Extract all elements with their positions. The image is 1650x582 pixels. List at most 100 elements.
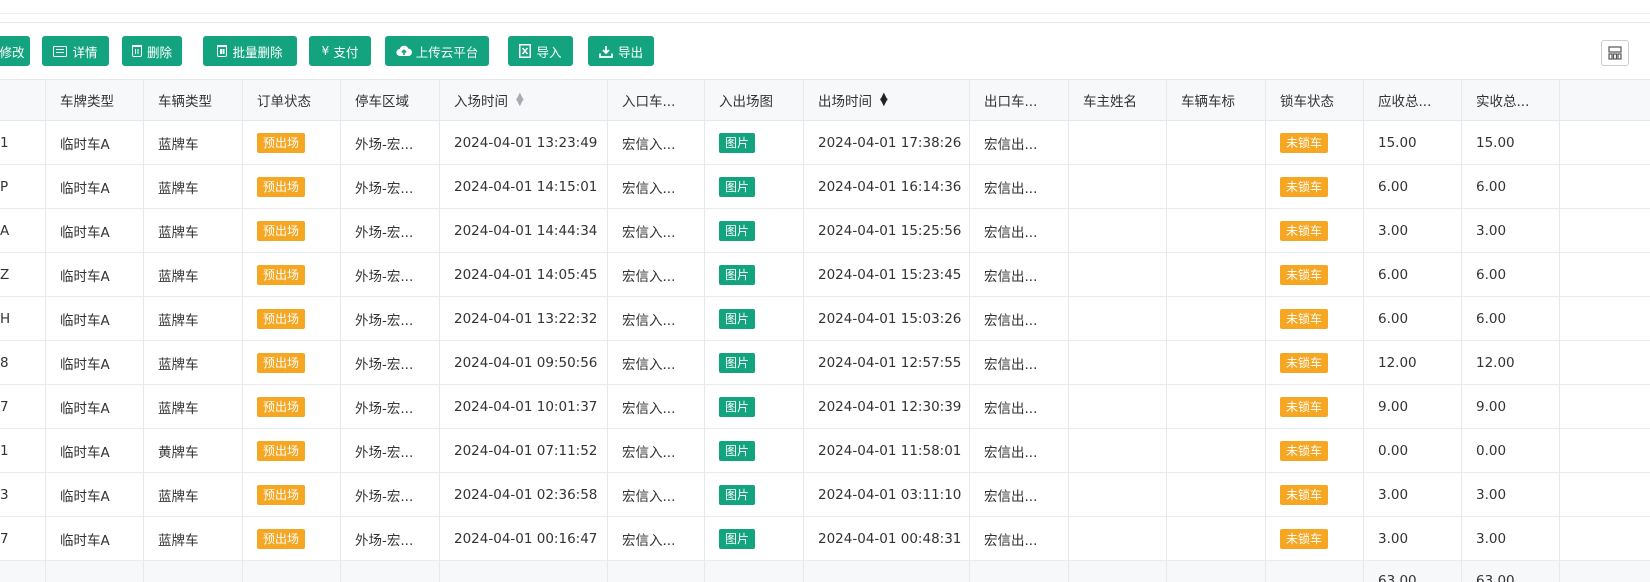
view-image-link[interactable]: 图片 <box>719 220 756 241</box>
toolbar: 修改 详情 删除 批量删除 ¥ 支付 上传云平台 导入 导出 <box>0 36 1650 66</box>
entry-time-cell: 2024-04-01 13:23:49 <box>440 121 608 164</box>
plate-type-cell: 临时车A <box>46 473 144 516</box>
view-image-link[interactable]: 图片 <box>719 396 756 417</box>
entry-time-header[interactable]: 入场时间 ▲ ▼ <box>440 80 608 120</box>
entry-gate-cell: 宏信入... <box>608 165 705 208</box>
received-total-header: 实收总... <box>1462 80 1560 120</box>
entry-exit-image-cell: 图片 <box>705 165 804 208</box>
parking-area-value: 外场-宏... <box>355 444 414 461</box>
vehicle-logo-cell <box>1167 429 1266 472</box>
plate-type-cell: 临时车A <box>46 517 144 560</box>
view-image-link[interactable]: 图片 <box>719 352 756 373</box>
received-total-value: 12.00 <box>1476 354 1515 371</box>
table-row[interactable]: 7 临时车A 蓝牌车 预出场 外场-宏... 2024-04-01 00:16:47 宏信入… <box>0 517 1650 561</box>
batch-delete-button[interactable]: 批量删除 <box>203 36 297 66</box>
order-status-cell: 预出场 <box>243 209 341 252</box>
lock-status-badge: 未锁车 <box>1280 484 1329 505</box>
receivable-total-cell: 9.00 <box>1364 385 1462 428</box>
exit-gate-header: 出口车... <box>970 80 1069 120</box>
parking-area-cell: 外场-宏... <box>341 209 440 252</box>
parking-area-cell: 外场-宏... <box>341 517 440 560</box>
order-status-cell: 预出场 <box>243 385 341 428</box>
received-total-cell: 6.00 <box>1462 253 1560 296</box>
vehicle-type-value: 蓝牌车 <box>158 488 199 505</box>
view-image-link[interactable]: 图片 <box>719 264 756 285</box>
entry-gate-value: 宏信入... <box>622 444 676 461</box>
upload-cloud-button[interactable]: 上传云平台 <box>385 36 489 66</box>
view-image-link[interactable]: 图片 <box>719 308 756 329</box>
order-status-summary <box>243 561 341 582</box>
entry-gate-value: 宏信入... <box>622 180 676 197</box>
sort-icon[interactable]: ▲ ▼ <box>880 92 888 108</box>
vehicle-type-value: 蓝牌车 <box>158 312 199 329</box>
table-row[interactable]: Z 临时车A 蓝牌车 预出场 外场-宏... 2024-04-01 14:05:45 宏信入… <box>0 253 1650 297</box>
entry-exit-image-cell: 图片 <box>705 297 804 340</box>
owner-name-cell <box>1069 517 1167 560</box>
column-settings-button[interactable] <box>1601 40 1629 66</box>
received-total-cell: 6.00 <box>1462 165 1560 208</box>
edit-button[interactable]: 修改 <box>0 36 30 66</box>
grid-columns-icon <box>1608 46 1622 60</box>
exit-gate-value: 宏信出... <box>984 400 1038 417</box>
table-row[interactable]: A 临时车A 蓝牌车 预出场 外场-宏... 2024-04-01 14:44:34 宏信入… <box>0 209 1650 253</box>
detail-button[interactable]: 详情 <box>42 36 109 66</box>
plate-number-cell: A <box>0 209 46 252</box>
delete-button[interactable]: 删除 <box>122 36 182 66</box>
table-row[interactable]: 7 临时车A 蓝牌车 预出场 外场-宏... 2024-04-01 10:01:37 宏信入… <box>0 385 1650 429</box>
entry-time-value: 2024-04-01 00:16:47 <box>454 530 598 547</box>
view-image-link[interactable]: 图片 <box>719 440 756 461</box>
receivable-total-value: 6.00 <box>1378 266 1409 283</box>
excel-icon <box>519 44 532 58</box>
table-row[interactable]: P 临时车A 蓝牌车 预出场 外场-宏... 2024-04-01 14:15:01 宏信入… <box>0 165 1650 209</box>
pay-button[interactable]: ¥ 支付 <box>309 36 371 66</box>
exit-time-value: 2024-04-01 12:57:55 <box>818 354 962 371</box>
receivable-total-value: 12.00 <box>1378 354 1417 371</box>
export-button[interactable]: 导出 <box>588 36 654 66</box>
view-image-link[interactable]: 图片 <box>719 176 756 197</box>
entry-exit-image-cell: 图片 <box>705 385 804 428</box>
exit-time-value: 2024-04-01 12:30:39 <box>818 398 962 415</box>
receivable-total-value: 6.00 <box>1378 310 1409 327</box>
entry-time-value: 2024-04-01 02:36:58 <box>454 486 598 503</box>
column-header-label: 锁车状态 <box>1280 94 1334 110</box>
vehicle-type-cell: 蓝牌车 <box>144 253 243 296</box>
order-status-badge: 预出场 <box>257 176 306 197</box>
column-header-label: 订单状态 <box>257 94 311 110</box>
view-image-link[interactable]: 图片 <box>719 132 756 153</box>
table-row[interactable]: 1 临时车A 黄牌车 预出场 外场-宏... 2024-04-01 07:11:52 宏信入… <box>0 429 1650 473</box>
table-row[interactable]: 1 临时车A 蓝牌车 预出场 外场-宏... 2024-04-01 13:23:49 宏信入… <box>0 121 1650 165</box>
receivable-total-value: 63.00 <box>1378 572 1417 582</box>
table-row[interactable]: 3 临时车A 蓝牌车 预出场 外场-宏... 2024-04-01 02:36:58 宏信入… <box>0 473 1650 517</box>
plate-number-value: A <box>0 222 10 239</box>
vehicle-type-value: 黄牌车 <box>158 444 199 461</box>
vehicle-type-cell: 蓝牌车 <box>144 385 243 428</box>
entry-gate-cell: 宏信入... <box>608 385 705 428</box>
plate-number-value: 7 <box>0 530 9 547</box>
order-status-cell: 预出场 <box>243 473 341 516</box>
lock-status-badge: 未锁车 <box>1280 264 1329 285</box>
view-image-link[interactable]: 图片 <box>719 528 756 549</box>
lock-status-badge: 未锁车 <box>1280 396 1329 417</box>
plate-number-value: 1 <box>0 134 9 151</box>
yen-icon: ¥ <box>321 44 330 58</box>
entry-time-cell: 2024-04-01 09:50:56 <box>440 341 608 384</box>
view-image-link[interactable]: 图片 <box>719 484 756 505</box>
table-row[interactable]: 8 临时车A 蓝牌车 预出场 外场-宏... 2024-04-01 09:50:56 宏信入… <box>0 341 1650 385</box>
order-status-cell: 预出场 <box>243 517 341 560</box>
parking-area-value: 外场-宏... <box>355 488 414 505</box>
vehicle-type-cell: 蓝牌车 <box>144 341 243 384</box>
entry-time-value: 2024-04-01 13:23:49 <box>454 134 598 151</box>
plate-number-cell: P <box>0 165 46 208</box>
entry-time-summary <box>440 561 608 582</box>
vehicle-type-cell: 蓝牌车 <box>144 209 243 252</box>
plate-number-summary <box>0 561 46 582</box>
received-total-cell: 12.00 <box>1462 341 1560 384</box>
table-row[interactable]: H 临时车A 蓝牌车 预出场 外场-宏... 2024-04-01 13:22:32 宏信入… <box>0 297 1650 341</box>
exit-gate-cell: 宏信出... <box>970 517 1069 560</box>
vehicle-type-value: 蓝牌车 <box>158 356 199 373</box>
exit-time-header[interactable]: 出场时间 ▲ ▼ <box>804 80 970 120</box>
import-button[interactable]: 导入 <box>508 36 573 66</box>
sort-icon[interactable]: ▲ ▼ <box>516 92 524 108</box>
receivable-total-cell: 12.00 <box>1364 341 1462 384</box>
plate-number-cell: H <box>0 297 46 340</box>
